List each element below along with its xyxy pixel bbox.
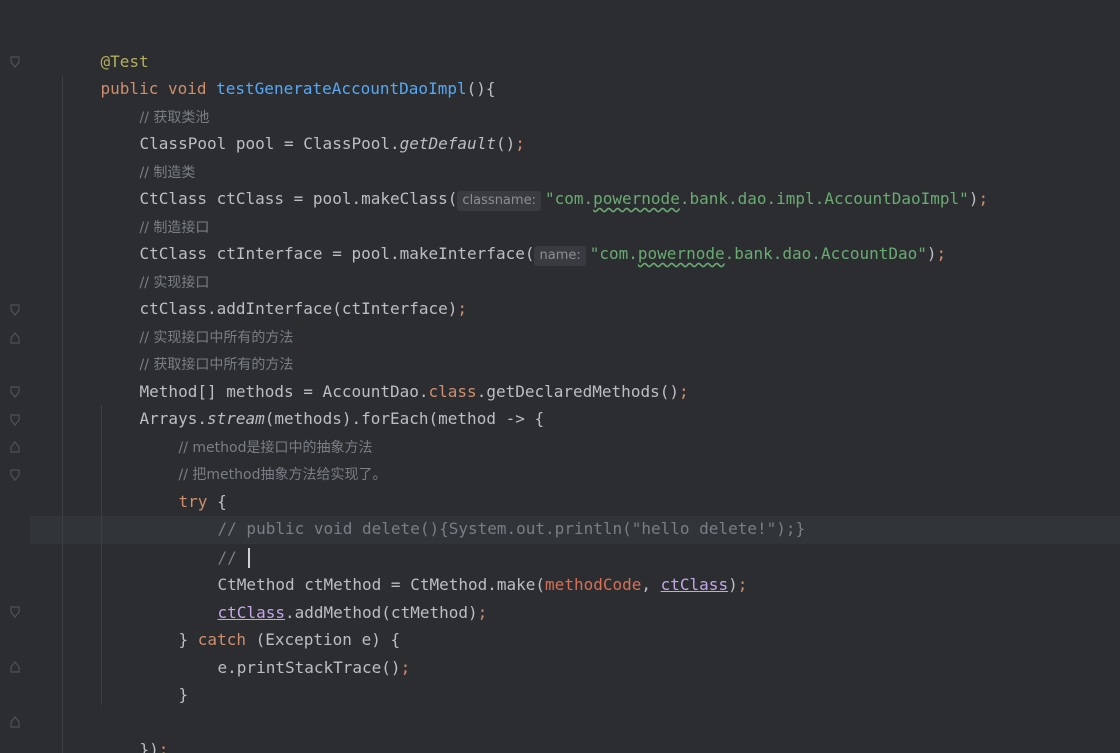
- code-line-9[interactable]: // 实现接口: [101, 240, 210, 291]
- fold-marker-icon[interactable]: [10, 716, 20, 728]
- code-line-14[interactable]: Arrays.stream(methods).forEach(method ->…: [101, 378, 545, 428]
- code-text: (): [495, 134, 516, 153]
- code-line-4[interactable]: ClassPool pool = ClassPool.getDefault();: [101, 103, 525, 153]
- semicolon: ;: [936, 244, 947, 263]
- semicolon: ;: [477, 602, 488, 622]
- code-text: }: [178, 685, 189, 704]
- code-line-13[interactable]: Method[] methods = AccountDao.class.getD…: [101, 350, 689, 401]
- comment: // public void delete(){System.out.print…: [217, 519, 806, 538]
- code-line-18[interactable]: // public void delete(){System.out.print…: [179, 488, 806, 538]
- fold-marker-icon[interactable]: [10, 332, 20, 344]
- fold-marker-icon[interactable]: [10, 56, 20, 68]
- code-line-21[interactable]: ctClass.addMethod(ctMethod);: [179, 571, 488, 622]
- string-literal: "com.powernode.bank.dao.AccountDao": [589, 244, 927, 263]
- code-text: ): [968, 189, 979, 208]
- code-line-19[interactable]: //: [179, 516, 251, 568]
- typo-squiggle: powernode: [637, 244, 725, 263]
- code-text: ): [926, 244, 937, 263]
- code-line-23[interactable]: e.printStackTrace();: [179, 626, 411, 677]
- semicolon: ;: [678, 381, 689, 401]
- code-text: ,: [641, 575, 661, 594]
- parameter-hint: name:: [534, 246, 586, 266]
- code-line-1[interactable]: @Test: [62, 20, 149, 71]
- code-line-7[interactable]: // 制造接口: [101, 185, 210, 236]
- fold-marker-icon[interactable]: [10, 386, 20, 398]
- fold-marker-icon[interactable]: [10, 606, 20, 618]
- code-line-22[interactable]: } catch (Exception e) {: [140, 599, 401, 649]
- code-line-20[interactable]: CtMethod ctMethod = CtMethod.make(method…: [179, 544, 748, 594]
- static-method: getDefault: [399, 134, 496, 153]
- code-line-11[interactable]: // 实现接口中所有的方法: [101, 295, 294, 346]
- parameter-hint: classname:: [457, 191, 541, 211]
- indent-guide: [62, 76, 63, 753]
- semicolon: ;: [457, 299, 468, 318]
- code-line-25[interactable]: });: [101, 709, 169, 753]
- code-line-2[interactable]: public void testGenerateAccountDaoImpl()…: [62, 48, 496, 98]
- fold-marker-icon[interactable]: [10, 661, 20, 673]
- fold-marker-icon[interactable]: [10, 441, 20, 453]
- unresolved-symbol: methodCode: [545, 575, 642, 594]
- fold-marker-icon[interactable]: [10, 469, 20, 481]
- code-line-15[interactable]: // method是接口中的抽象方法: [140, 405, 373, 456]
- editor-gutter: [0, 0, 30, 753]
- code-line-8[interactable]: CtClass ctInterface = pool.makeInterface…: [101, 213, 946, 266]
- code-line-10[interactable]: ctClass.addInterface(ctInterface);: [101, 268, 468, 318]
- fold-marker-icon[interactable]: [10, 414, 20, 426]
- code-line-12[interactable]: // 获取接口中所有的方法: [101, 323, 294, 373]
- code-line-5[interactable]: // 制造类: [101, 130, 196, 181]
- code-line-16[interactable]: // 把method抽象方法给实现了。: [140, 433, 387, 483]
- code-text: (){: [466, 79, 496, 98]
- code-text: ): [728, 575, 738, 594]
- semicolon: ;: [515, 134, 525, 153]
- semicolon: ;: [158, 740, 169, 753]
- code-line-17[interactable]: try {: [140, 460, 227, 511]
- code-line-3[interactable]: // 获取类池: [101, 75, 210, 126]
- code-editor[interactable]: @Test public void testGenerateAccountDao…: [0, 0, 1120, 753]
- method-name: testGenerateAccountDaoImpl: [216, 79, 467, 98]
- fold-marker-icon[interactable]: [10, 304, 20, 316]
- typo-squiggle: powernode: [593, 189, 680, 208]
- string-literal: "com.powernode.bank.dao.impl.AccountDaoI…: [544, 189, 969, 208]
- captured-variable: ctClass: [660, 575, 729, 594]
- code-line-24[interactable]: }: [140, 654, 189, 704]
- code-line-6[interactable]: CtClass ctClass = pool.makeClass(classna…: [101, 158, 988, 211]
- semicolon: ;: [978, 189, 989, 208]
- semicolon: ;: [400, 657, 411, 677]
- code-text: }): [139, 740, 159, 753]
- code-text: e.printStackTrace(): [217, 657, 401, 677]
- semicolon: ;: [737, 575, 748, 594]
